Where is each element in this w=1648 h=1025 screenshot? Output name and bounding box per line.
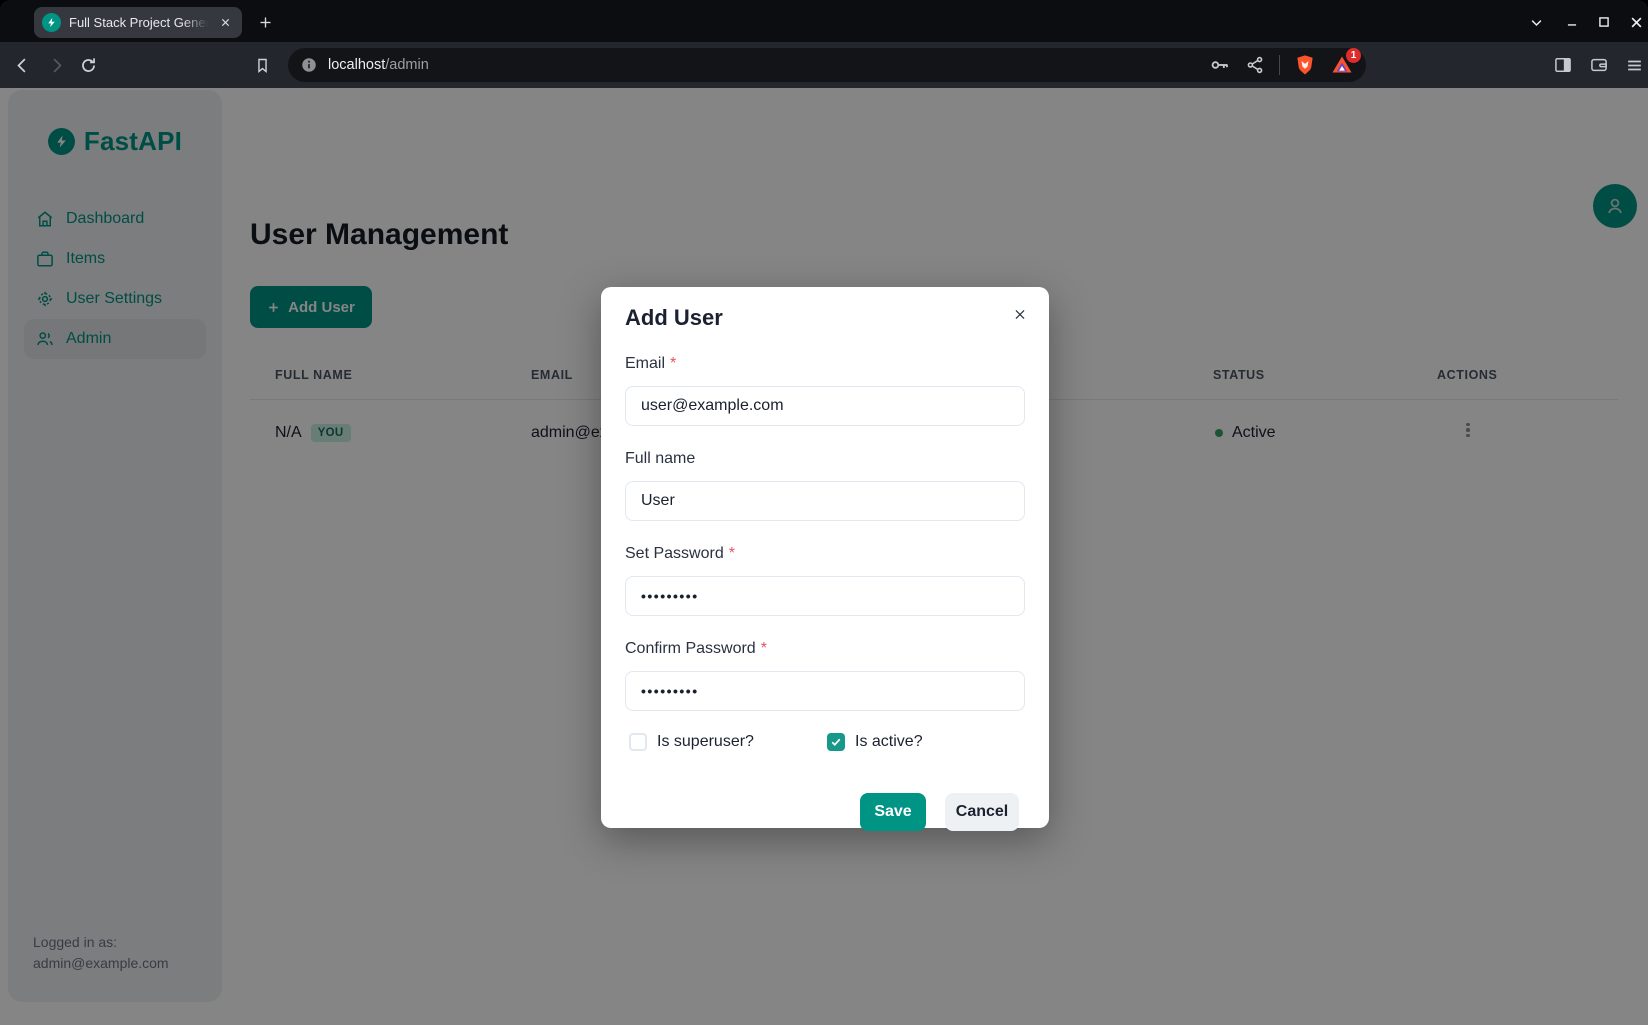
tab-title: Full Stack Project Genera: [69, 15, 208, 30]
saved-password-key-icon[interactable]: [1209, 54, 1231, 76]
modal-buttons: Save Cancel: [625, 793, 1025, 831]
checkbox-unchecked-icon[interactable]: [629, 733, 647, 751]
checkbox-checked-icon[interactable]: [827, 733, 845, 751]
browser-navbar: localhost/admin 1: [0, 42, 1648, 88]
reload-button[interactable]: [76, 53, 100, 77]
is-active-label: Is active?: [855, 733, 923, 751]
browser-titlebar: Full Stack Project Genera: [0, 0, 1648, 42]
share-icon[interactable]: [1245, 55, 1265, 75]
tab-close-icon[interactable]: [216, 14, 234, 32]
url-path: /admin: [385, 57, 429, 73]
window-maximize-button[interactable]: [1591, 9, 1617, 35]
window-close-button[interactable]: [1623, 9, 1648, 35]
email-label: Email*: [625, 353, 1025, 375]
browser-tab[interactable]: Full Stack Project Genera: [34, 7, 242, 38]
cancel-button[interactable]: Cancel: [945, 793, 1019, 831]
full-name-field[interactable]: [625, 481, 1025, 521]
is-superuser-label: Is superuser?: [657, 733, 754, 751]
tab-search-chevron-icon[interactable]: [1523, 9, 1549, 35]
required-asterisk: *: [761, 640, 767, 657]
modal-title: Add User: [625, 305, 1025, 331]
confirm-password-field[interactable]: [625, 671, 1025, 711]
required-asterisk: *: [670, 355, 676, 372]
full-name-label: Full name: [625, 448, 1025, 470]
site-info-icon[interactable]: [300, 56, 318, 74]
browser-window: Full Stack Project Genera: [0, 0, 1648, 1025]
set-password-label: Set Password*: [625, 543, 1025, 565]
email-field[interactable]: [625, 386, 1025, 426]
wallet-icon[interactable]: [1587, 53, 1611, 77]
url-text: localhost/admin: [328, 57, 1209, 73]
modal-close-icon[interactable]: [1007, 301, 1033, 327]
save-button[interactable]: Save: [860, 793, 926, 831]
add-user-modal: Add User Email* Full name Set Password* …: [601, 287, 1049, 828]
forward-button[interactable]: [44, 53, 68, 77]
brave-rewards-icon[interactable]: 1: [1330, 53, 1354, 77]
required-asterisk: *: [729, 545, 735, 562]
menu-hamburger-icon[interactable]: [1622, 53, 1646, 77]
bookmark-icon[interactable]: [250, 53, 274, 77]
address-bar[interactable]: localhost/admin 1: [288, 48, 1366, 82]
confirm-password-label: Confirm Password*: [625, 638, 1025, 660]
back-button[interactable]: [10, 53, 34, 77]
brave-shields-icon[interactable]: [1294, 53, 1316, 77]
new-tab-button[interactable]: [252, 9, 278, 35]
checkbox-row: Is superuser? Is active?: [625, 733, 1025, 753]
window-minimize-button[interactable]: [1559, 9, 1585, 35]
fastapi-favicon-icon: [42, 13, 61, 32]
set-password-field[interactable]: [625, 576, 1025, 616]
sidebar-toggle-icon[interactable]: [1551, 53, 1575, 77]
is-active-checkbox[interactable]: Is active?: [827, 733, 923, 751]
is-superuser-checkbox[interactable]: Is superuser?: [629, 733, 754, 751]
url-host: localhost: [328, 57, 385, 73]
rewards-badge: 1: [1346, 48, 1361, 63]
urlbar-divider: [1279, 55, 1280, 75]
